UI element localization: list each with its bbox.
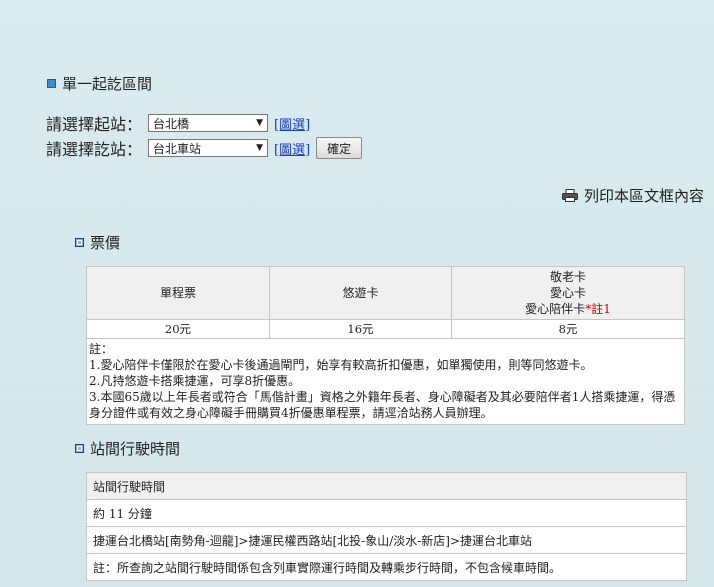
start-station-select[interactable]: 台北橋 ▼: [148, 114, 268, 132]
travel-time-section-title: 站間行駛時間: [75, 438, 180, 459]
note-line: 3.本國65歲以上年長者或符合「馬偕計畫」資格之外籍年長者、身心障礙者及其必要陪…: [89, 390, 676, 420]
travel-time-table: 站間行駛時間 約 11 分鐘 捷運台北橋站[南勢角-迴龍]>捷運民權西路站[北投…: [86, 472, 687, 581]
single-ticket-price: 20元: [86, 319, 270, 339]
love-card-label: 愛心卡: [549, 286, 586, 300]
concession-price: 8元: [451, 319, 685, 339]
companion-card-label: 愛心陪伴卡*註1: [453, 301, 683, 317]
end-station-label: 請選擇訖站：: [46, 140, 143, 159]
dropdown-arrow-icon: ▼: [256, 118, 263, 128]
companion-card-text: 愛心陪伴卡: [525, 302, 586, 316]
start-station-value: 台北橋: [153, 116, 190, 131]
bullet-icon: [75, 238, 84, 247]
confirm-button[interactable]: 確定: [316, 137, 363, 159]
end-map-select-link[interactable]: [圖選]: [274, 139, 310, 158]
travel-title-text: 站間行駛時間: [90, 440, 181, 458]
start-map-select-link[interactable]: [圖選]: [274, 114, 310, 133]
notes-heading: 註：: [89, 342, 114, 356]
bullet-icon: [75, 444, 84, 453]
bullet-icon: [47, 79, 56, 88]
note-line: 1.愛心陪伴卡僅限於在愛心卡後通過閘門，始享有較高折扣優惠，如單獨使用，則等同悠…: [89, 358, 593, 372]
section-title-text: 單一起訖區間: [62, 75, 153, 93]
travel-time-header: 站間行駛時間: [87, 473, 686, 499]
note-line: 2.凡持悠遊卡搭乘捷運，可享8折優惠。: [89, 374, 301, 388]
single-trip-section-title: 單一起訖區間: [47, 73, 152, 94]
travel-route: 捷運台北橋站[南勢角-迴龍]>捷運民權西路站[北投-象山/淡水-新店]>捷運台北…: [87, 526, 686, 553]
printer-icon: [561, 189, 578, 202]
fare-table: 單程票 悠遊卡 敬老卡 愛心卡 愛心陪伴卡*註1 20元 16元 8元 註： 1…: [86, 266, 685, 425]
print-link[interactable]: 列印本區文框內容: [561, 185, 704, 206]
start-station-row: 請選擇起站： 台北橋 ▼ [圖選]: [46, 111, 310, 135]
print-label: 列印本區文框內容: [583, 187, 704, 205]
concession-header: 敬老卡 愛心卡 愛心陪伴卡*註1: [451, 266, 685, 320]
travel-duration: 約 11 分鐘: [87, 499, 686, 526]
fare-title-text: 票價: [90, 234, 121, 252]
end-station-value: 台北車站: [153, 141, 202, 156]
single-ticket-header: 單程票: [86, 266, 270, 320]
note-1-marker: *註1: [585, 302, 611, 316]
end-station-select[interactable]: 台北車站 ▼: [148, 139, 268, 157]
senior-card-label: 敬老卡: [549, 270, 586, 284]
dropdown-arrow-icon: ▼: [256, 143, 263, 153]
fare-section-title: 票價: [75, 232, 120, 253]
easycard-price: 16元: [269, 319, 452, 339]
end-station-row: 請選擇訖站： 台北車站 ▼ [圖選] 確定: [46, 136, 363, 160]
fare-notes: 註： 1.愛心陪伴卡僅限於在愛心卡後通過閘門，始享有較高折扣優惠，如單獨使用，則…: [86, 338, 685, 425]
travel-note: 註：所查詢之站間行駛時間係包含列車實際運行時間及轉乘步行時間，不包含候車時間。: [87, 553, 686, 580]
start-station-label: 請選擇起站：: [46, 115, 143, 134]
easycard-header: 悠遊卡: [269, 266, 452, 320]
